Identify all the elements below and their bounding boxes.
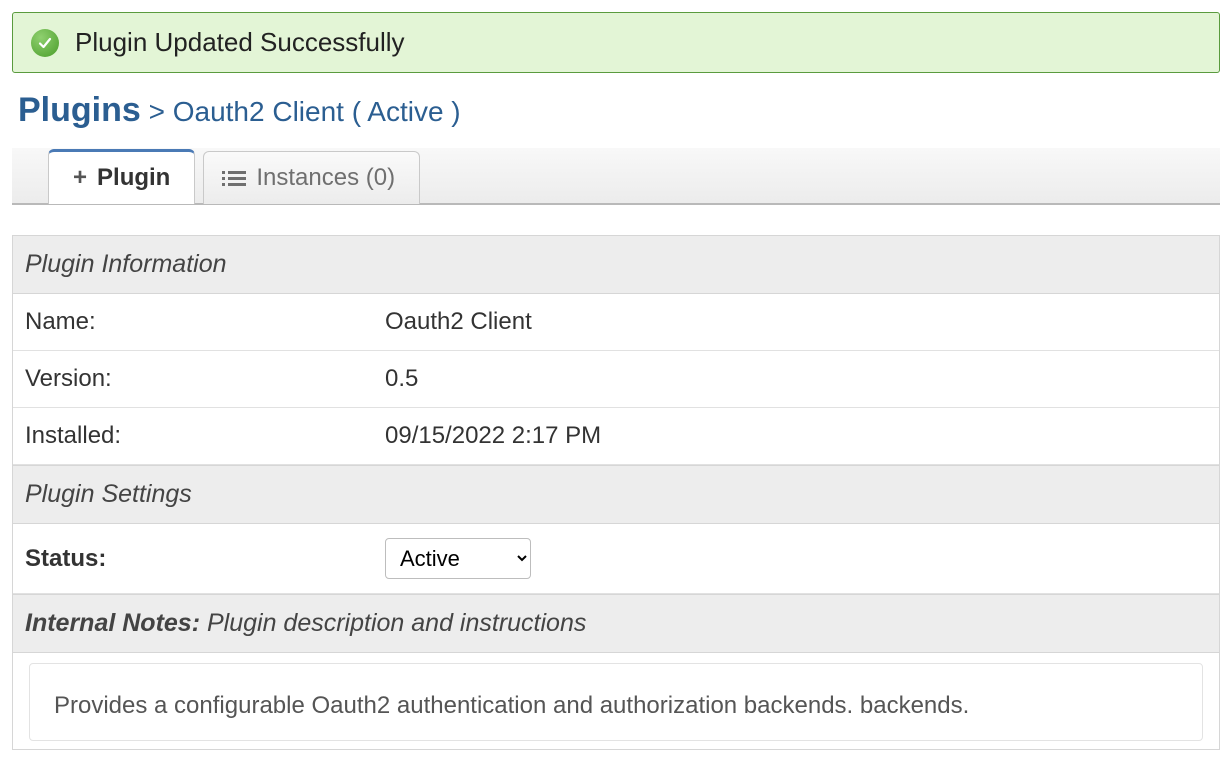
tabs-bar: + Plugin Instances (0): [12, 148, 1220, 205]
section-header-info: Plugin Information: [13, 236, 1219, 294]
section-header-notes: Internal Notes: Plugin description and i…: [13, 594, 1219, 653]
tab-plugin-label: Plugin: [97, 164, 170, 192]
plugin-panel: Plugin Information Name: Oauth2 Client V…: [12, 235, 1220, 750]
internal-notes-body: Provides a configurable Oauth2 authentic…: [29, 663, 1203, 741]
status-label: Status:: [25, 545, 385, 573]
breadcrumb: Plugins > Oauth2 Client ( Active ): [18, 91, 1220, 130]
name-value: Oauth2 Client: [385, 308, 532, 336]
row-version: Version: 0.5: [13, 351, 1219, 408]
breadcrumb-separator: >: [149, 96, 165, 127]
success-alert: Plugin Updated Successfully: [12, 12, 1220, 73]
plus-icon: +: [73, 164, 87, 192]
row-installed: Installed: 09/15/2022 2:17 PM: [13, 408, 1219, 465]
notes-header-bold: Internal Notes:: [25, 609, 200, 637]
notes-header-rest: Plugin description and instructions: [200, 609, 586, 637]
name-label: Name:: [25, 308, 385, 336]
tab-instances[interactable]: Instances (0): [203, 151, 420, 204]
alert-message: Plugin Updated Successfully: [75, 27, 405, 58]
tab-plugin[interactable]: + Plugin: [48, 149, 195, 204]
list-icon: [228, 171, 246, 186]
tab-instances-label: Instances (0): [256, 164, 395, 192]
plugins-link[interactable]: Plugins: [18, 91, 141, 129]
version-label: Version:: [25, 365, 385, 393]
status-select[interactable]: ActiveDisabled: [385, 538, 531, 579]
row-status: Status: ActiveDisabled: [13, 524, 1219, 594]
check-circle-icon: [31, 29, 59, 57]
breadcrumb-current: Oauth2 Client ( Active ): [173, 96, 461, 127]
row-name: Name: Oauth2 Client: [13, 294, 1219, 351]
version-value: 0.5: [385, 365, 418, 393]
installed-value: 09/15/2022 2:17 PM: [385, 422, 601, 450]
section-header-settings: Plugin Settings: [13, 465, 1219, 524]
installed-label: Installed:: [25, 422, 385, 450]
